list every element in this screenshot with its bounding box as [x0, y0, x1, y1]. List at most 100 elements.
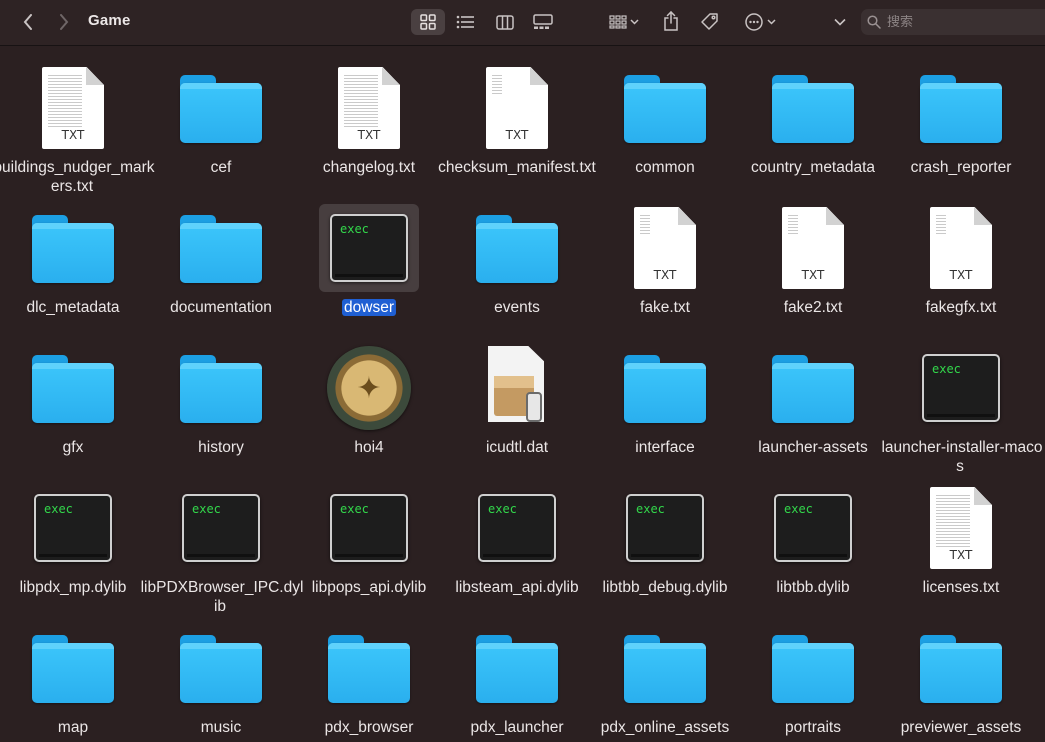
file-name-label: common — [585, 158, 745, 177]
file-extension-label: TXT — [653, 268, 677, 282]
file-icon-wrap: exec — [763, 484, 863, 572]
file-icon-wrap — [763, 624, 863, 712]
file-name-text: licenses.txt — [922, 579, 1000, 596]
file-item[interactable]: TXT changelog.txt — [295, 46, 443, 186]
search-icon — [867, 15, 881, 29]
share-button[interactable] — [660, 8, 682, 34]
file-item[interactable]: TXT licenses.txt — [887, 466, 1035, 606]
file-item[interactable]: events — [443, 186, 591, 326]
file-name-label: pdx_launcher — [437, 718, 597, 737]
file-item[interactable]: TXT fakegfx.txt — [887, 186, 1035, 326]
file-name-text: pdx_launcher — [470, 719, 564, 736]
file-item[interactable]: documentation — [147, 186, 295, 326]
file-item[interactable]: exec libsteam_api.dylib — [443, 466, 591, 606]
file-item[interactable]: previewer_assets — [887, 606, 1035, 742]
file-item[interactable]: cef — [147, 46, 295, 186]
search-field[interactable] — [861, 9, 1045, 35]
file-name-text: libtbb.dylib — [776, 579, 850, 596]
file-item[interactable]: exec libpdx_mp.dylib — [0, 466, 147, 606]
back-button[interactable] — [18, 11, 38, 33]
file-item[interactable]: crash_reporter — [887, 46, 1035, 186]
file-item[interactable]: exec libPDXBrowser_IPC.dylib — [141, 466, 303, 615]
terminal-exec-icon: exec — [922, 354, 1000, 422]
file-extension-label: TXT — [949, 548, 973, 562]
gallery-icon — [533, 14, 553, 29]
file-item[interactable]: pdx_browser — [295, 606, 443, 742]
file-item[interactable]: history — [147, 326, 295, 466]
file-item[interactable]: launcher-assets — [739, 326, 887, 466]
file-name-label: hoi4 — [289, 438, 449, 457]
columns-icon — [496, 14, 514, 30]
terminal-exec-icon: exec — [478, 494, 556, 562]
file-item[interactable]: portraits — [739, 606, 887, 742]
file-item[interactable]: pdx_online_assets — [591, 606, 739, 742]
file-extension-label: TXT — [949, 268, 973, 282]
file-item[interactable]: gfx — [0, 326, 147, 466]
list-view-button[interactable] — [452, 9, 478, 35]
file-icon-wrap — [615, 344, 715, 432]
file-item[interactable]: dlc_metadata — [0, 186, 147, 326]
file-item[interactable]: TXT buildings_nudger_markers.txt — [0, 46, 155, 195]
file-item[interactable]: pdx_launcher — [443, 606, 591, 742]
overflow-button[interactable] — [830, 9, 850, 35]
file-extension-label: TXT — [61, 128, 85, 142]
file-icon-wrap: TXT — [319, 64, 419, 152]
file-name-label: pdx_online_assets — [581, 718, 749, 737]
icon-view-button[interactable] — [411, 9, 445, 35]
exec-label: exec — [636, 502, 665, 516]
file-icon-wrap — [911, 64, 1011, 152]
file-icon-wrap — [23, 624, 123, 712]
file-item[interactable]: exec libtbb_debug.dylib — [591, 466, 739, 606]
finder-toolbar: Game — [0, 0, 1045, 46]
file-name-text: changelog.txt — [322, 159, 416, 176]
folder-icon — [180, 73, 262, 143]
file-name-label: documentation — [141, 298, 301, 317]
file-item[interactable]: TXT checksum_manifest.txt — [438, 46, 596, 186]
file-item[interactable]: TXT fake2.txt — [739, 186, 887, 326]
file-item[interactable]: country_metadata — [739, 46, 887, 186]
file-name-text: fake2.txt — [783, 299, 843, 316]
file-item[interactable]: icudtl.dat — [443, 326, 591, 466]
file-name-label: fake2.txt — [733, 298, 893, 317]
text-document-icon: TXT — [338, 67, 400, 149]
file-name-text: gfx — [62, 439, 84, 456]
file-item[interactable]: exec launcher-installer-macos — [881, 326, 1043, 475]
terminal-exec-icon: exec — [34, 494, 112, 562]
chevron-left-icon — [23, 14, 32, 30]
folder-icon — [32, 213, 114, 283]
action-menu-button[interactable] — [740, 9, 780, 35]
group-by-button[interactable] — [604, 9, 644, 35]
forward-button[interactable] — [54, 11, 74, 33]
app-medal-icon — [327, 346, 411, 430]
file-item[interactable]: exec libpops_api.dylib — [295, 466, 443, 606]
gallery-view-button[interactable] — [530, 9, 556, 35]
folder-icon — [624, 633, 706, 703]
file-item[interactable]: exec libtbb.dylib — [739, 466, 887, 606]
file-icon-wrap — [467, 204, 567, 292]
file-name-label: launcher-assets — [733, 438, 893, 457]
file-name-text: launcher-assets — [758, 439, 868, 456]
text-document-icon: TXT — [42, 67, 104, 149]
file-item[interactable]: exec dowser — [295, 186, 443, 326]
file-item[interactable]: map — [0, 606, 147, 742]
file-name-text: map — [57, 719, 89, 736]
file-item[interactable]: interface — [591, 326, 739, 466]
file-item[interactable]: music — [147, 606, 295, 742]
file-item[interactable]: TXT fake.txt — [591, 186, 739, 326]
column-view-button[interactable] — [492, 9, 518, 35]
file-name-label: libsteam_api.dylib — [433, 578, 601, 597]
file-name-text: country_metadata — [750, 159, 876, 176]
file-icon-wrap — [319, 624, 419, 712]
search-input[interactable] — [887, 14, 1027, 30]
file-name-text: dowser — [342, 299, 396, 316]
file-name-label: dlc_metadata — [0, 298, 153, 317]
file-item[interactable]: common — [591, 46, 739, 186]
file-icon-wrap: TXT — [615, 204, 715, 292]
text-document-icon: TXT — [634, 207, 696, 289]
file-icon-wrap — [911, 624, 1011, 712]
tags-button[interactable] — [698, 9, 722, 35]
file-icon-wrap: TXT — [911, 484, 1011, 572]
file-name-label: dowser — [289, 298, 449, 317]
file-icon-wrap: exec — [319, 204, 419, 292]
file-item[interactable]: hoi4 — [295, 326, 443, 466]
